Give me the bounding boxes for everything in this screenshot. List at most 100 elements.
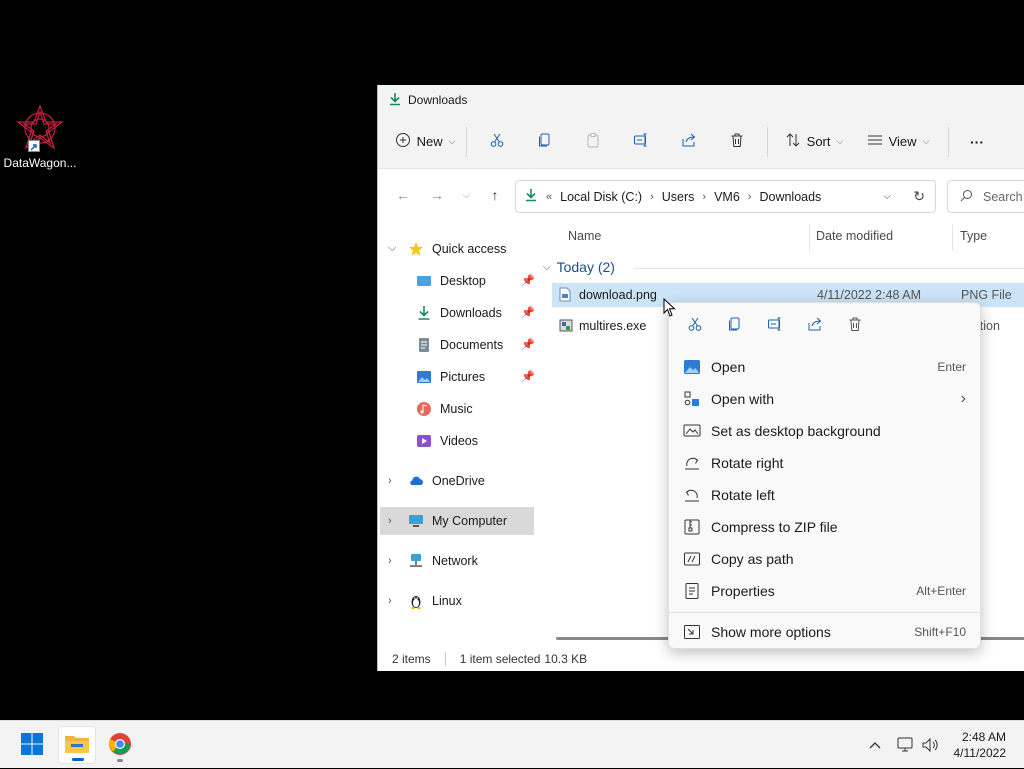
taskbar-chrome[interactable] xyxy=(101,726,139,764)
forward-arrow-icon[interactable]: → xyxy=(422,180,452,210)
menu-item-rotate-right[interactable]: Rotate right xyxy=(669,447,980,479)
refresh-icon[interactable]: ↻ xyxy=(913,188,925,205)
context-share-button[interactable] xyxy=(795,309,835,341)
volume-icon[interactable] xyxy=(921,721,941,769)
desktop-shortcut-datawagon[interactable]: DataWagon... xyxy=(2,104,78,170)
breadcrumb-users[interactable]: Users xyxy=(662,190,695,204)
taskbar: 2:48 AM 4/11/2022 xyxy=(0,720,1024,768)
column-header-name[interactable]: Name xyxy=(568,229,601,243)
chevron-right-icon[interactable]: › xyxy=(388,475,392,487)
chevron-right-icon[interactable]: › xyxy=(388,515,392,527)
search-placeholder: Search xyxy=(983,189,1023,204)
sort-icon xyxy=(785,132,801,151)
plus-circle-icon xyxy=(395,132,411,151)
context-copy-button[interactable] xyxy=(715,309,755,341)
pin-icon[interactable]: 📌 xyxy=(521,306,535,319)
sidebar-item-network[interactable]: Network xyxy=(408,547,478,575)
copy-button[interactable] xyxy=(521,125,569,159)
toolbar-divider xyxy=(466,126,467,157)
breadcrumb-downloads[interactable]: Downloads xyxy=(759,190,821,204)
column-divider[interactable] xyxy=(952,225,953,251)
menu-item-compress-zip[interactable]: Compress to ZIP file xyxy=(669,511,980,543)
column-header-date-modified[interactable]: Date modified xyxy=(816,229,893,243)
search-box[interactable]: Search xyxy=(947,180,1024,213)
sort-button[interactable]: Sort ⌵ xyxy=(774,125,854,159)
address-history-chevron-icon[interactable]: ⌵ xyxy=(883,191,891,202)
column-header-type[interactable]: Type xyxy=(960,229,987,243)
more-options-button[interactable]: ··· xyxy=(955,125,999,159)
share-icon xyxy=(681,132,697,151)
chevron-down-icon: ⌵ xyxy=(836,136,844,146)
sidebar-item-downloads[interactable]: Downloads xyxy=(416,299,502,327)
chevron-right-icon[interactable]: › xyxy=(388,595,392,607)
clock-time: 2:48 AM xyxy=(961,730,1006,744)
sidebar-item-pictures[interactable]: Pictures xyxy=(416,363,485,391)
sidebar-label: Documents xyxy=(440,338,504,352)
sidebar-item-quick-access[interactable]: Quick access xyxy=(408,235,506,263)
sidebar-item-onedrive[interactable]: OneDrive xyxy=(408,467,485,495)
shortcut-arrow-icon xyxy=(28,140,40,152)
selection-count: 1 item selected xyxy=(459,652,541,666)
cut-button[interactable] xyxy=(473,125,521,159)
zip-archive-icon xyxy=(683,518,701,536)
scissors-icon xyxy=(687,316,703,335)
pin-icon[interactable]: 📌 xyxy=(521,338,535,351)
sidebar-item-desktop[interactable]: Desktop xyxy=(416,267,486,295)
sidebar-item-music[interactable]: Music xyxy=(416,395,473,423)
address-bar[interactable]: « Local Disk (C:) › Users › VM6 › Downlo… xyxy=(515,180,936,213)
menu-item-open[interactable]: Open Enter xyxy=(669,351,980,383)
menu-item-shortcut: Alt+Enter xyxy=(916,584,966,598)
sidebar-item-videos[interactable]: Videos xyxy=(416,427,478,455)
taskbar-file-explorer[interactable] xyxy=(58,726,96,764)
show-hidden-icons-chevron-icon[interactable] xyxy=(868,721,882,769)
context-cut-button[interactable] xyxy=(675,309,715,341)
rename-button[interactable] xyxy=(617,125,665,159)
new-button[interactable]: New ⌵ xyxy=(390,125,460,159)
address-overflow[interactable]: « xyxy=(546,191,552,203)
recent-locations-chevron-icon[interactable]: ⌵ xyxy=(456,180,476,210)
sidebar-item-linux[interactable]: Linux xyxy=(408,587,462,615)
start-button[interactable] xyxy=(13,726,51,764)
group-header-today[interactable]: ⌵ Today (2) xyxy=(543,259,615,275)
windows-logo-icon xyxy=(20,732,44,759)
view-button[interactable]: View ⌵ xyxy=(854,125,942,159)
sidebar-item-documents[interactable]: Documents xyxy=(416,331,503,359)
menu-item-label: Set as desktop background xyxy=(711,423,881,439)
folder-icon xyxy=(64,733,90,758)
delete-button[interactable] xyxy=(713,125,761,159)
context-delete-button[interactable] xyxy=(835,309,875,341)
network-status-icon[interactable] xyxy=(896,721,916,769)
menu-item-shortcut: Shift+F10 xyxy=(914,625,966,639)
menu-item-show-more-options[interactable]: Show more options Shift+F10 xyxy=(669,616,980,648)
file-type: PNG File xyxy=(961,288,1012,302)
system-clock[interactable]: 2:48 AM 4/11/2022 xyxy=(954,729,1007,761)
column-divider[interactable] xyxy=(809,225,810,251)
menu-item-copy-as-path[interactable]: Copy as path xyxy=(669,543,980,575)
pin-icon[interactable]: 📌 xyxy=(521,274,535,287)
trash-icon xyxy=(729,132,745,151)
documents-icon xyxy=(416,337,432,353)
menu-item-set-desktop-background[interactable]: Set as desktop background xyxy=(669,415,980,447)
menu-item-open-with[interactable]: Open with › xyxy=(669,383,980,415)
mouse-pointer-icon xyxy=(663,297,677,321)
status-divider xyxy=(444,652,446,666)
menu-item-properties[interactable]: Properties Alt+Enter xyxy=(669,575,980,607)
breadcrumb-vm6[interactable]: VM6 xyxy=(714,190,740,204)
context-rename-button[interactable] xyxy=(755,309,795,341)
pin-icon[interactable]: 📌 xyxy=(521,370,535,383)
toolbar-divider xyxy=(767,126,768,157)
window-title: Downloads xyxy=(408,93,468,107)
share-button[interactable] xyxy=(665,125,713,159)
chevron-down-icon[interactable]: ⌵ xyxy=(388,242,396,255)
menu-item-rotate-left[interactable]: Rotate left xyxy=(669,479,980,511)
paste-button[interactable] xyxy=(569,125,617,159)
title-bar[interactable]: Downloads xyxy=(378,85,1024,115)
sidebar-item-my-computer[interactable]: My Computer xyxy=(408,507,507,535)
cloud-icon xyxy=(408,473,424,489)
breadcrumb-local-disk[interactable]: Local Disk (C:) xyxy=(560,190,642,204)
up-arrow-icon[interactable]: ↑ xyxy=(480,180,510,210)
back-arrow-icon[interactable]: ← xyxy=(388,180,418,210)
item-count: 2 items xyxy=(392,652,431,666)
sidebar-label: Linux xyxy=(432,594,462,608)
chevron-right-icon[interactable]: › xyxy=(388,555,392,567)
